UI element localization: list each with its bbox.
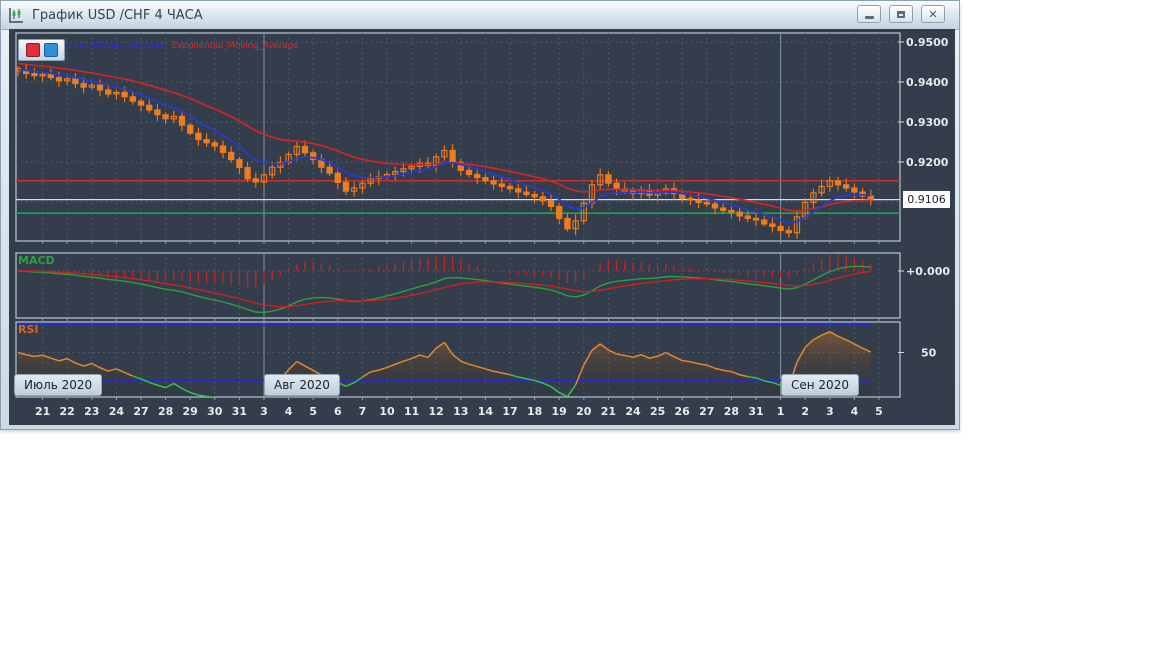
svg-text:29: 29 <box>183 405 198 418</box>
svg-text:30: 30 <box>207 405 223 418</box>
svg-text:28: 28 <box>724 405 739 418</box>
window-controls: ✕ <box>857 5 945 23</box>
svg-text:2: 2 <box>801 405 809 418</box>
month-label-september: Сен 2020 <box>781 374 859 396</box>
svg-text:20: 20 <box>576 405 592 418</box>
minimize-icon <box>864 15 874 19</box>
svg-text:5: 5 <box>309 405 317 418</box>
close-button[interactable]: ✕ <box>921 5 945 23</box>
svg-text:7: 7 <box>359 405 367 418</box>
ema-slow-line <box>17 62 871 212</box>
svg-text:23: 23 <box>84 405 99 418</box>
minimize-button[interactable] <box>857 5 881 23</box>
svg-text:19: 19 <box>552 405 567 418</box>
close-icon: ✕ <box>928 7 938 21</box>
svg-text:4: 4 <box>851 405 859 418</box>
svg-text:50: 50 <box>921 347 937 360</box>
macd-signal-line <box>17 270 871 308</box>
current-price-badge: 0.9106 <box>903 191 950 208</box>
svg-text:0.9400: 0.9400 <box>906 76 949 89</box>
svg-text:1: 1 <box>777 405 785 418</box>
svg-text:21: 21 <box>601 405 616 418</box>
restore-icon <box>897 10 905 18</box>
svg-text:27: 27 <box>133 405 148 418</box>
svg-text:11: 11 <box>404 405 419 418</box>
axis-ticks <box>42 41 904 400</box>
price-chart[interactable]: 21 22 23 24 27 28 29 30 31 3 4 5 6 7 10 11 12 13 14 17 18 19 2… <box>8 28 954 424</box>
ema-fast-legend-label: ential_Moving_Average <box>65 41 165 51</box>
svg-text:28: 28 <box>158 405 173 418</box>
chart-icon <box>9 7 23 23</box>
rsi-panel-label: RSI <box>18 323 39 336</box>
svg-text:3: 3 <box>260 405 268 418</box>
svg-text:4: 4 <box>285 405 293 418</box>
svg-text:22: 22 <box>60 405 75 418</box>
svg-text:21: 21 <box>35 405 50 418</box>
svg-text:31: 31 <box>232 405 247 418</box>
svg-text:13: 13 <box>453 405 468 418</box>
restore-button[interactable] <box>889 5 913 23</box>
svg-text:26: 26 <box>675 405 691 418</box>
svg-text:24: 24 <box>109 405 125 418</box>
svg-text:14: 14 <box>478 405 494 418</box>
window-titlebar[interactable]: График USD /CHF 4 ЧАСА ✕ <box>1 1 959 30</box>
svg-text:17: 17 <box>502 405 517 418</box>
svg-text:6: 6 <box>334 405 342 418</box>
svg-text:31: 31 <box>748 405 763 418</box>
svg-text:+0.000: +0.000 <box>906 265 950 278</box>
ema-slow-toggle-icon[interactable] <box>25 43 40 57</box>
svg-text:0.9500: 0.9500 <box>906 36 949 49</box>
ema-fast-toggle-icon[interactable] <box>43 43 58 57</box>
macd-line <box>17 265 871 314</box>
svg-text:10: 10 <box>379 405 395 418</box>
svg-text:3: 3 <box>826 405 834 418</box>
svg-text:25: 25 <box>650 405 665 418</box>
macd-histogram <box>17 254 872 288</box>
svg-text:0.9300: 0.9300 <box>906 116 949 129</box>
month-label-july: Июль 2020 <box>14 374 103 396</box>
month-label-august: Авг 2020 <box>264 374 340 396</box>
macd-panel-label: MACD <box>18 254 55 267</box>
svg-text:12: 12 <box>429 405 444 418</box>
ema-slow-legend-label: Exponential_Moving_Average <box>172 41 299 51</box>
window-title: График USD /CHF 4 ЧАСА <box>32 7 203 23</box>
svg-text:24: 24 <box>625 405 641 418</box>
svg-text:27: 27 <box>699 405 714 418</box>
indicator-toggle-buttons[interactable] <box>18 39 65 61</box>
svg-text:0.9200: 0.9200 <box>906 156 949 169</box>
svg-text:18: 18 <box>527 405 542 418</box>
svg-text:5: 5 <box>875 405 883 418</box>
